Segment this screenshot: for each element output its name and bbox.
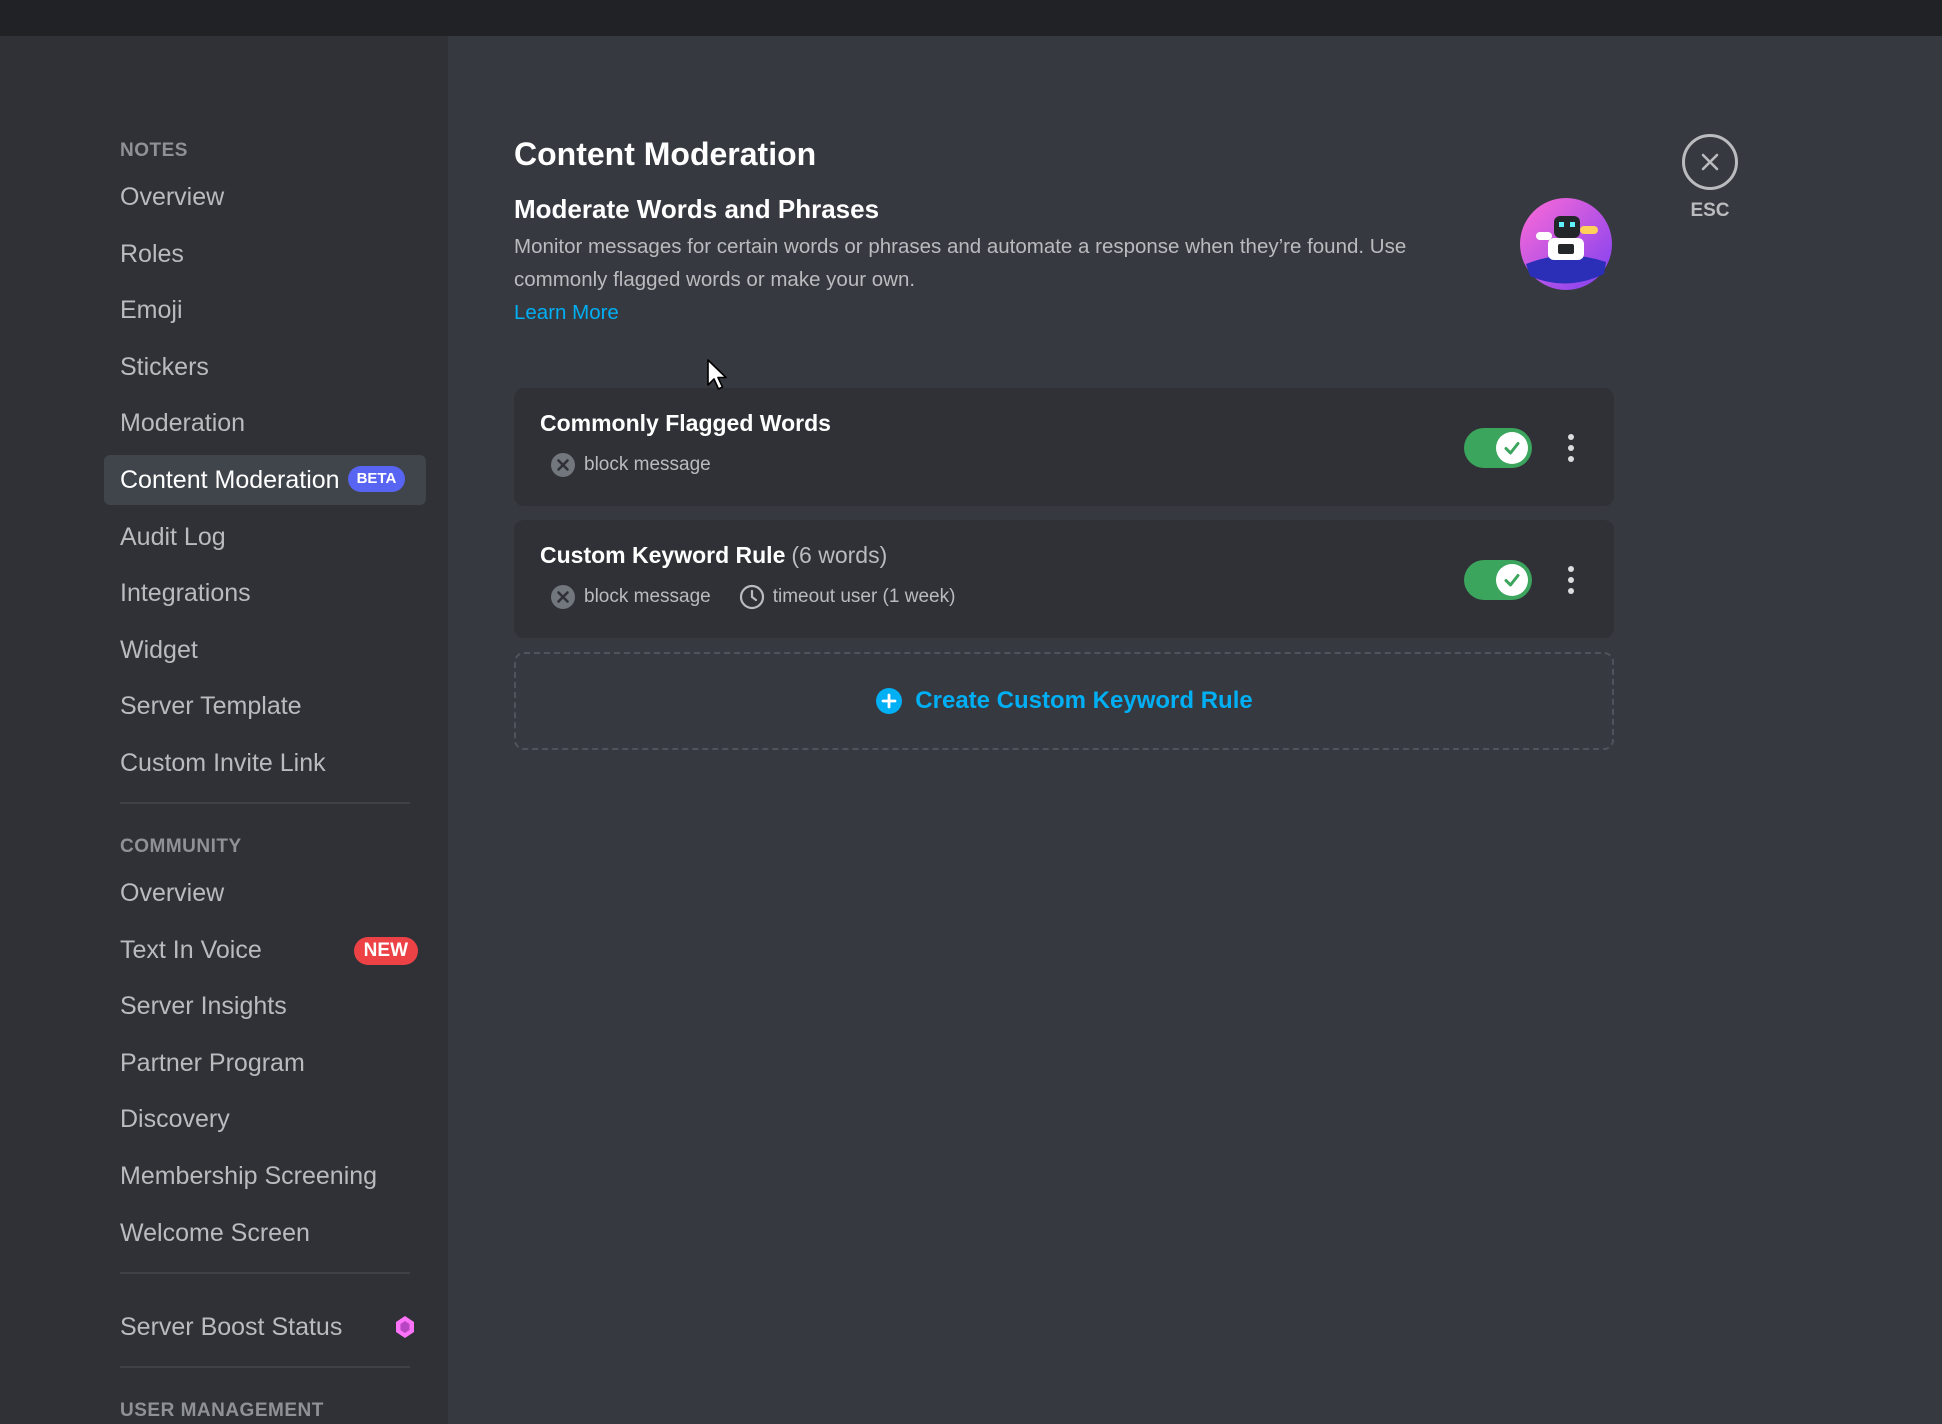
intro-section: Moderate Words and Phrases Monitor messa… bbox=[514, 190, 1614, 330]
esc-label: ESC bbox=[1690, 200, 1730, 221]
rule-action: timeout user (1 week) bbox=[739, 584, 956, 610]
section-header-user-management: USER MANAGEMENT bbox=[120, 1399, 324, 1421]
sidebar-item-label: Moderation bbox=[120, 409, 246, 438]
sidebar-item-membership-screening[interactable]: Membership Screening bbox=[104, 1151, 426, 1201]
sidebar-item-content-moderation[interactable]: Content Moderation BETA bbox=[104, 454, 426, 505]
rule-enable-toggle[interactable] bbox=[1464, 560, 1532, 600]
beta-badge: BETA bbox=[347, 466, 406, 493]
sidebar-divider bbox=[120, 801, 410, 804]
rule-actions: block message bbox=[550, 452, 711, 478]
sidebar-item-community-overview[interactable]: Overview bbox=[104, 868, 426, 918]
sidebar-item-label: Overview bbox=[120, 878, 225, 907]
sidebar-item-label: Server Insights bbox=[120, 992, 287, 1021]
sidebar-item-label: Partner Program bbox=[120, 1048, 305, 1077]
intro-description: Monitor messages for certain words or ph… bbox=[514, 235, 1407, 291]
sidebar-item-label: Server Template bbox=[120, 692, 302, 721]
block-message-icon bbox=[551, 585, 575, 609]
close-settings[interactable]: ESC bbox=[1678, 134, 1742, 222]
sidebar-item-label: Content Moderation bbox=[120, 465, 340, 494]
sidebar-item-audit-log[interactable]: Audit Log bbox=[104, 512, 426, 562]
sidebar-item-label: Roles bbox=[120, 239, 184, 268]
rule-enable-toggle[interactable] bbox=[1464, 428, 1532, 468]
clock-icon bbox=[739, 584, 764, 610]
create-custom-keyword-rule-button[interactable]: Create Custom Keyword Rule bbox=[514, 652, 1614, 750]
sidebar-item-widget[interactable]: Widget bbox=[104, 625, 426, 675]
rule-list: Commonly Flagged Words block message Cus… bbox=[514, 388, 1614, 750]
close-icon bbox=[1701, 153, 1719, 171]
sidebar-item-partner-program[interactable]: Partner Program bbox=[104, 1038, 426, 1088]
sidebar-item-discovery[interactable]: Discovery bbox=[104, 1094, 426, 1144]
sidebar-nav: NOTES Overview Roles Emoji Stickers Mode… bbox=[104, 136, 426, 1424]
sidebar-item-label: Integrations bbox=[120, 579, 251, 608]
more-options-icon[interactable] bbox=[1566, 432, 1576, 464]
rule-card-commonly-flagged[interactable]: Commonly Flagged Words block message bbox=[514, 388, 1614, 506]
sidebar-item-server-insights[interactable]: Server Insights bbox=[104, 981, 426, 1031]
sidebar-divider bbox=[120, 1365, 410, 1368]
sidebar-item-label: Welcome Screen bbox=[120, 1218, 310, 1247]
sidebar-item-label: Stickers bbox=[120, 352, 209, 381]
sidebar-item-emoji[interactable]: Emoji bbox=[104, 285, 426, 335]
create-rule-label: Create Custom Keyword Rule bbox=[915, 687, 1253, 714]
more-options-icon[interactable] bbox=[1566, 564, 1576, 596]
sidebar-item-custom-invite-link[interactable]: Custom Invite Link bbox=[104, 738, 426, 788]
sidebar-item-label: Discovery bbox=[120, 1105, 230, 1134]
page-title: Content Moderation bbox=[514, 136, 817, 172]
toggle-knob bbox=[1496, 432, 1528, 464]
rule-actions: block message timeout user (1 week) bbox=[550, 584, 955, 610]
settings-sidebar: NOTES Overview Roles Emoji Stickers Mode… bbox=[0, 36, 448, 1424]
section-header-notes: NOTES bbox=[120, 140, 188, 161]
sidebar-item-label: Audit Log bbox=[120, 522, 226, 551]
sidebar-item-label: Membership Screening bbox=[120, 1161, 378, 1190]
learn-more-link[interactable]: Learn More bbox=[514, 296, 619, 330]
rule-action: block message bbox=[550, 452, 711, 478]
section-header-community: COMMUNITY bbox=[120, 835, 242, 857]
sidebar-item-label: Emoji bbox=[120, 296, 183, 325]
main-content: Content Moderation Moderate Words and Ph… bbox=[514, 120, 1614, 750]
sidebar-item-stickers[interactable]: Stickers bbox=[104, 342, 426, 392]
window-top-bar bbox=[0, 0, 1942, 36]
rule-title: Commonly Flagged Words bbox=[540, 410, 831, 437]
sidebar-item-integrations[interactable]: Integrations bbox=[104, 568, 426, 618]
block-message-icon bbox=[551, 453, 575, 477]
rule-action: block message bbox=[550, 584, 711, 610]
sidebar-item-text-in-voice[interactable]: Text In Voice NEW bbox=[104, 925, 426, 975]
sidebar-item-overview[interactable]: Overview bbox=[104, 172, 426, 222]
plus-circle-icon bbox=[876, 688, 903, 714]
mouse-cursor-icon bbox=[707, 359, 727, 390]
rule-card-custom-keyword[interactable]: Custom Keyword Rule (6 words) block messa… bbox=[514, 520, 1614, 638]
sidebar-item-roles[interactable]: Roles bbox=[104, 229, 426, 279]
sidebar-item-label: Custom Invite Link bbox=[120, 748, 326, 777]
sidebar-divider bbox=[120, 1271, 410, 1274]
sidebar-item-label: Server Boost Status bbox=[120, 1312, 343, 1341]
sidebar-item-label: Overview bbox=[120, 183, 225, 211]
rule-title: Custom Keyword Rule (6 words) bbox=[540, 542, 887, 569]
rule-title-text: Custom Keyword Rule bbox=[540, 542, 786, 568]
close-button[interactable] bbox=[1682, 134, 1738, 190]
rule-title-text: Commonly Flagged Words bbox=[540, 410, 831, 436]
sidebar-item-welcome-screen[interactable]: Welcome Screen bbox=[104, 1208, 426, 1258]
rule-action-label: block message bbox=[584, 454, 711, 475]
check-icon bbox=[1504, 442, 1520, 455]
sidebar-item-server-template[interactable]: Server Template bbox=[104, 681, 426, 731]
boost-gem-icon bbox=[396, 1315, 414, 1338]
automod-robot-illustration bbox=[1520, 198, 1612, 290]
sidebar-item-label: Text In Voice bbox=[120, 935, 262, 964]
sidebar-item-label: Widget bbox=[120, 635, 198, 664]
new-badge: NEW bbox=[353, 936, 418, 965]
sidebar-item-moderation[interactable]: Moderation bbox=[104, 398, 426, 448]
rule-word-count: (6 words) bbox=[791, 542, 888, 568]
toggle-knob bbox=[1496, 564, 1528, 596]
intro-title: Moderate Words and Phrases bbox=[514, 194, 880, 224]
check-icon bbox=[1504, 574, 1520, 587]
rule-action-label: timeout user (1 week) bbox=[772, 586, 956, 607]
rule-action-label: block message bbox=[584, 586, 711, 607]
sidebar-item-server-boost-status[interactable]: Server Boost Status bbox=[104, 1302, 426, 1352]
